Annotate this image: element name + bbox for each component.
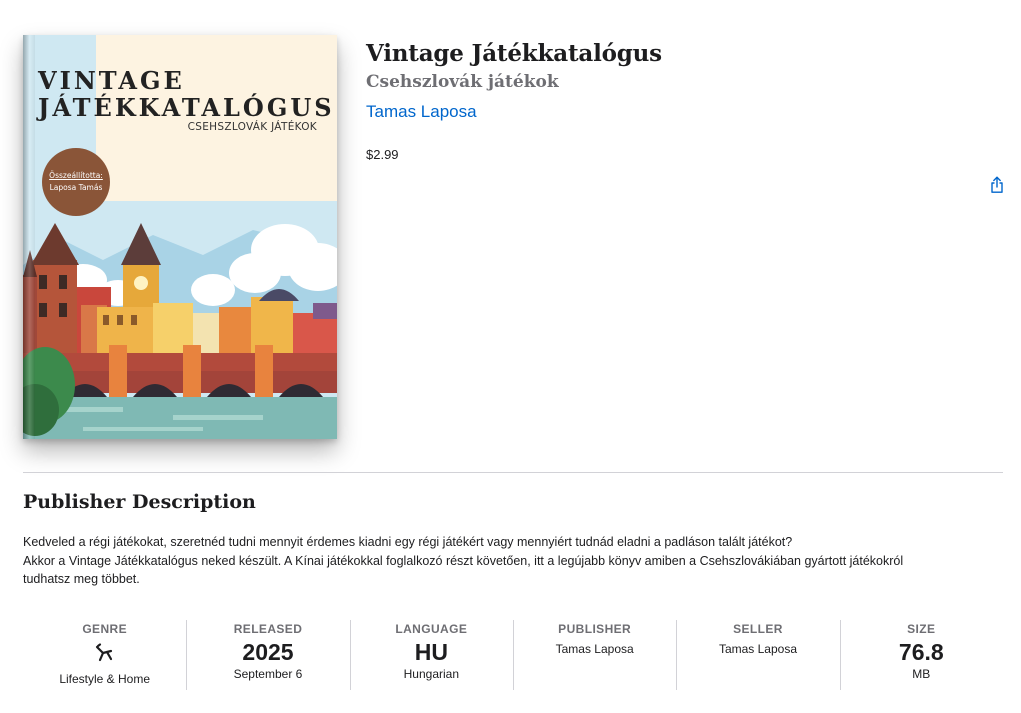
description-line: tudhatsz meg többet.: [23, 572, 140, 586]
book-cover[interactable]: VINTAGE JÁTÉKKATALÓGUS CSEHSZLOVÁK JÁTÉK…: [23, 35, 337, 439]
share-button[interactable]: [988, 176, 1006, 194]
cover-title: VINTAGE JÁTÉKKATALÓGUS: [38, 67, 335, 121]
size-value: 76.8: [898, 639, 944, 665]
released-date: September 6: [233, 667, 303, 681]
publisher-value: Tamas Laposa: [555, 642, 634, 656]
info-seller: SELLER Tamas Laposa: [676, 618, 839, 690]
lifestyle-icon: [95, 643, 112, 662]
language-name: Hungarian: [403, 667, 459, 681]
info-released: RELEASED 2025 September 6: [186, 618, 349, 690]
info-language: LANGUAGE HU Hungarian: [349, 618, 513, 690]
publisher-description-heading: Publisher Description: [23, 491, 256, 513]
book-subtitle: Csehszlovák játékok: [366, 72, 559, 92]
seller-label: SELLER: [733, 622, 783, 636]
description-line: Akkor a Vintage Játékkatalógus neked kés…: [23, 553, 904, 568]
info-genre: GENRE Lifestyle & Home: [23, 618, 186, 690]
cover-title-line1: VINTAGE: [38, 66, 185, 95]
book-title: Vintage Játékkatalógus: [366, 40, 662, 67]
cover-badge-name: Laposa Tamás: [49, 183, 103, 192]
language-label: LANGUAGE: [395, 622, 468, 636]
cover-artwork: VINTAGE JÁTÉKKATALÓGUS CSEHSZLOVÁK JÁTÉK…: [23, 35, 337, 439]
publisher-label: PUBLISHER: [558, 622, 632, 636]
language-code: HU: [414, 639, 448, 665]
description-line: Kedveled a régi játékokat, szeretnéd tud…: [23, 535, 793, 549]
cover-badge-label: Összeállította:: [49, 171, 103, 180]
size-unit: MB: [912, 667, 931, 681]
cover-title-line2: JÁTÉKKATALÓGUS: [38, 93, 335, 122]
cover-author-badge: Összeállította: Laposa Tamás: [42, 148, 110, 216]
book-info-strip: GENRE Lifestyle & Home RELEASED 2025 Sep…: [23, 618, 1003, 690]
cover-subtitle: CSEHSZLOVÁK JÁTÉKOK: [187, 121, 317, 133]
size-label: SIZE: [907, 622, 936, 636]
released-year: 2025: [242, 639, 294, 665]
publisher-description-text: Kedveled a régi játékokat, szeretnéd tud…: [23, 533, 998, 589]
cover-spine: [23, 35, 35, 439]
seller-value: Tamas Laposa: [718, 642, 797, 656]
author-link[interactable]: Tamas Laposa: [366, 102, 477, 122]
info-size: SIZE 76.8 MB: [839, 618, 1003, 690]
section-divider: [23, 472, 1003, 473]
book-price: $2.99: [366, 147, 399, 162]
released-label: RELEASED: [233, 622, 303, 636]
genre-value: Lifestyle & Home: [59, 672, 151, 686]
share-icon: [991, 176, 1003, 193]
genre-label: GENRE: [82, 622, 127, 636]
info-publisher: PUBLISHER Tamas Laposa: [512, 618, 676, 690]
